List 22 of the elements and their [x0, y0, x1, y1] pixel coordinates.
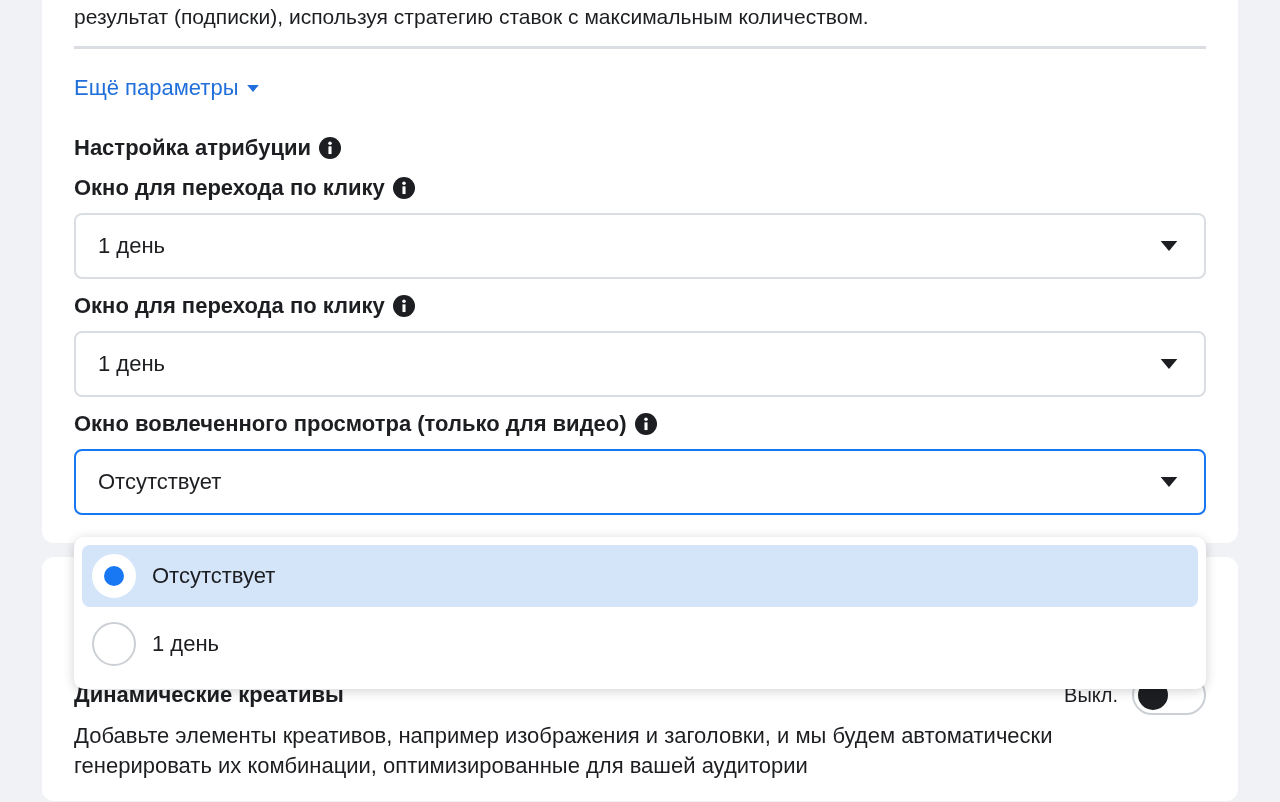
field-label: Окно вовлеченного просмотра (только для видео) [74, 411, 627, 437]
section-heading: Динамические креативы [74, 682, 344, 708]
info-icon[interactable] [319, 137, 341, 159]
info-icon[interactable] [392, 295, 415, 317]
caret-icon [1160, 241, 1178, 251]
dropdown-select[interactable]: 1 день [74, 331, 1206, 397]
info-icon[interactable] [634, 413, 657, 435]
more-options-link[interactable]: Ещё параметры [74, 75, 259, 101]
dropdown-select[interactable]: Отсутствует [74, 449, 1206, 515]
field-label: Окно для перехода по клику [74, 175, 385, 201]
section-heading: Настройка атрибуции [74, 135, 311, 161]
toggle-label: Выкл. [1064, 683, 1118, 707]
caret-icon [246, 84, 259, 92]
dropdown-option[interactable]: Отсутствует [82, 545, 1198, 607]
info-icon[interactable] [392, 177, 415, 199]
intro-text: результат (подписки), используя стратегию ставок с максимальным количеством. [74, 4, 870, 30]
description-text: Добавьте элементы креативов, например изображения и заголовки, и мы будем автоматически генерировать их комбинации, оптимизированные для вашей аудитории [74, 722, 1054, 780]
field-label: Окно для перехода по клику [74, 293, 385, 319]
dropdown-option[interactable]: 1 день [82, 613, 1198, 675]
caret-icon [1160, 477, 1178, 487]
dropdown-select[interactable]: 1 день [74, 213, 1206, 279]
caret-icon [1160, 359, 1178, 369]
